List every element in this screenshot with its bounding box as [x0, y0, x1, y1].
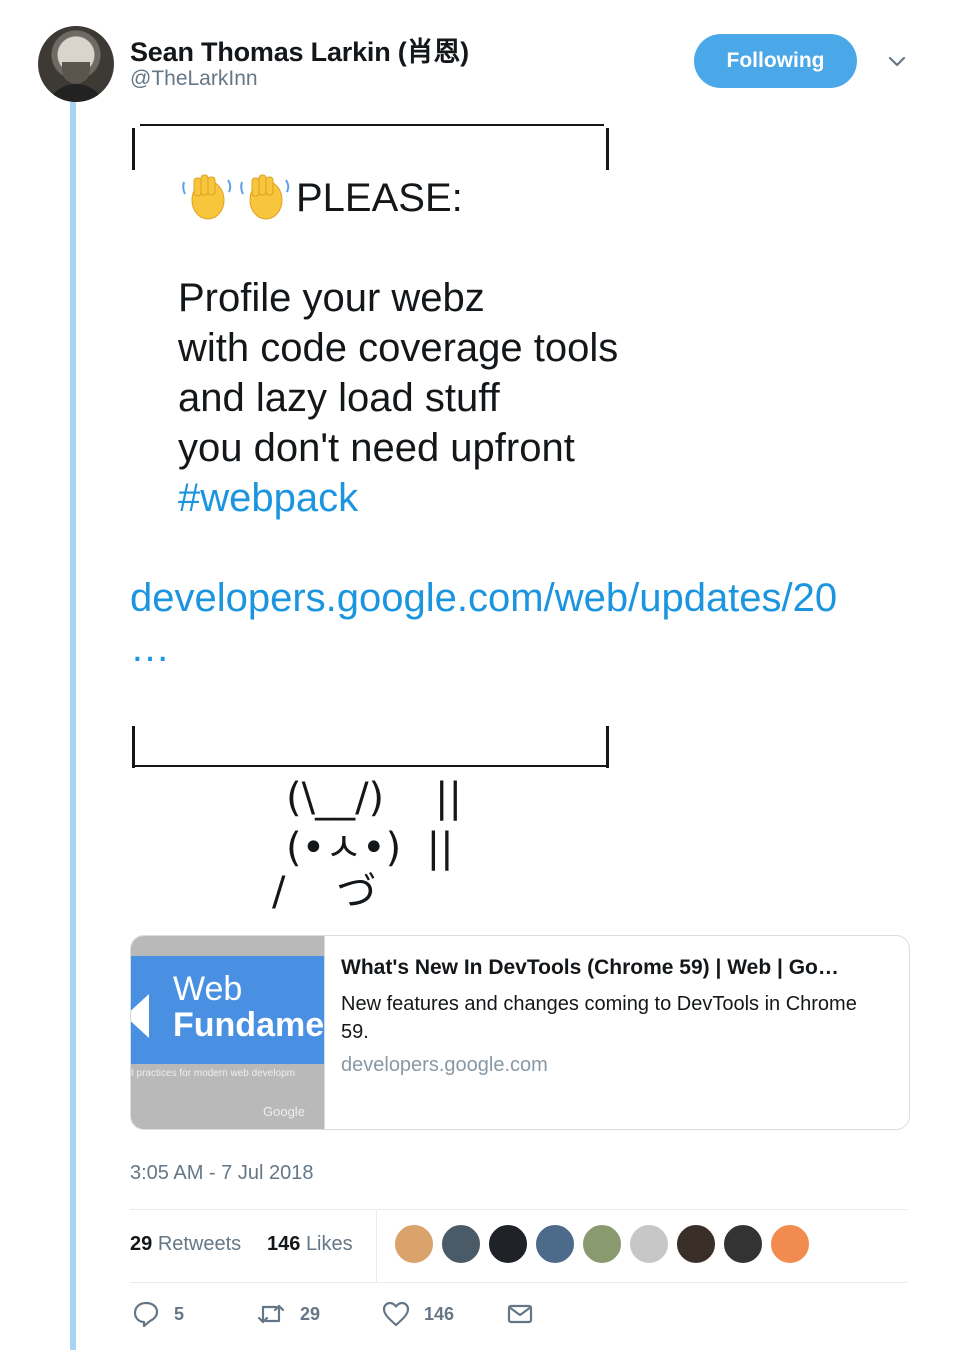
- liker-avatars: [394, 1224, 817, 1264]
- card-thumbnail-text: Web: [173, 970, 243, 1008]
- hashtag-link[interactable]: #webpack: [178, 473, 618, 523]
- tweet-line: you don't need upfront: [178, 426, 575, 470]
- box-top-line: [140, 124, 604, 126]
- user-name[interactable]: Sean Thomas Larkin (肖恩): [130, 30, 469, 69]
- ascii-bunny-face: (•ㅅ•) ||: [286, 825, 454, 871]
- like-button[interactable]: 146: [382, 1300, 454, 1328]
- tweet-body: Profile your webz with code coverage too…: [178, 273, 618, 523]
- liker-avatar[interactable]: [676, 1224, 716, 1264]
- liker-avatar[interactable]: [441, 1224, 481, 1264]
- card-thumbnail: Web Fundamen t practices for modern web …: [131, 936, 325, 1129]
- card-title: What's New In DevTools (Chrome 59) | Web…: [341, 956, 839, 979]
- link-preview-card[interactable]: Web Fundamen t practices for modern web …: [130, 935, 910, 1130]
- chevron-left-icon: [131, 994, 149, 1038]
- retweets-stat[interactable]: 29 Retweets: [130, 1233, 241, 1256]
- clap-icon: [249, 174, 283, 220]
- divider-bottom: [130, 1282, 908, 1283]
- retweet-count: 29: [300, 1303, 321, 1324]
- tweet-timestamp[interactable]: 3:05 AM - 7 Jul 2018: [130, 1162, 313, 1185]
- reply-icon: [133, 1301, 159, 1328]
- thread-line: [70, 100, 76, 1350]
- box-left-bottom-bar: [132, 726, 135, 768]
- avatar-shirt: [46, 84, 106, 102]
- reply-button[interactable]: 5: [132, 1300, 184, 1328]
- stats-divider: [376, 1210, 377, 1282]
- liker-avatar[interactable]: [582, 1224, 622, 1264]
- card-thumbnail-tagline: t practices for modern web developm: [131, 1068, 295, 1079]
- card-domain: developers.google.com: [341, 1054, 548, 1076]
- tweet-line: and lazy load stuff: [178, 376, 500, 420]
- liker-avatar[interactable]: [770, 1224, 810, 1264]
- tweet-url-ellipsis[interactable]: …: [130, 623, 170, 673]
- avatar[interactable]: [38, 26, 114, 102]
- retweet-button[interactable]: 29: [256, 1300, 320, 1328]
- retweets-label: Retweets: [157, 1233, 242, 1255]
- likes-label: Likes: [305, 1233, 353, 1255]
- tweet-line: with code coverage tools: [178, 326, 619, 370]
- chevron-down-icon[interactable]: [886, 50, 908, 72]
- ascii-bunny-ears: (\__/) ||: [286, 775, 462, 821]
- reply-count: 5: [174, 1303, 185, 1324]
- tweet-url-link[interactable]: developers.google.com/web/updates/20: [130, 573, 837, 623]
- card-description: New features and changes coming to DevTo…: [341, 993, 857, 1043]
- likes-count: 146: [267, 1233, 301, 1255]
- tweet-heading: PLEASE:: [296, 176, 463, 220]
- user-handle[interactable]: @TheLarkInn: [130, 67, 258, 91]
- ascii-bunny-hands: / づ: [272, 869, 377, 915]
- direct-message-button[interactable]: [506, 1300, 548, 1328]
- google-logo: Google: [263, 1104, 305, 1119]
- following-button[interactable]: Following: [694, 34, 857, 88]
- box-bottom-line: [135, 765, 606, 767]
- liker-avatar[interactable]: [535, 1224, 575, 1264]
- liker-avatar[interactable]: [488, 1224, 528, 1264]
- box-right-top-bar: [606, 128, 609, 170]
- heart-icon: [382, 1301, 410, 1327]
- liker-avatar[interactable]: [394, 1224, 434, 1264]
- box-left-top-bar: [132, 128, 135, 170]
- avatar-beard: [62, 62, 90, 84]
- like-count: 146: [424, 1303, 455, 1324]
- liker-avatar[interactable]: [629, 1224, 669, 1264]
- clap-icon: [191, 174, 225, 220]
- divider-top: [130, 1209, 908, 1210]
- likes-stat[interactable]: 146 Likes: [267, 1233, 353, 1256]
- tweet-line: Profile your webz: [178, 276, 485, 320]
- card-thumbnail-text: Fundamen: [173, 1006, 325, 1044]
- clap-icons: [180, 172, 295, 222]
- retweets-count: 29: [130, 1233, 153, 1255]
- liker-avatar[interactable]: [723, 1224, 763, 1264]
- box-right-bottom-bar: [606, 726, 609, 768]
- retweet-icon: [257, 1304, 285, 1324]
- envelope-icon: [507, 1304, 533, 1324]
